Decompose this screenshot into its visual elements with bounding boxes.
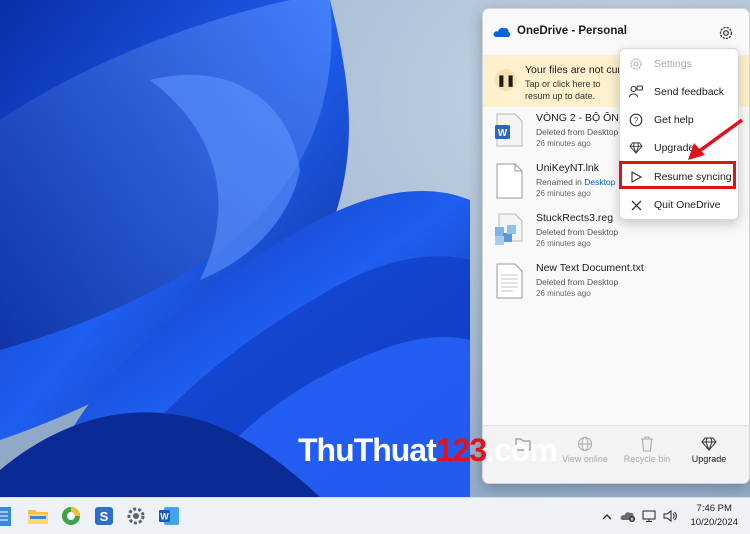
file-time: 26 minutes ago	[536, 139, 591, 148]
trash-icon	[617, 434, 677, 454]
chevron-up-icon[interactable]	[599, 508, 615, 524]
desktop-link[interactable]: Desktop	[584, 177, 615, 187]
svg-text:S: S	[100, 509, 109, 524]
menu-item-label: Quit OneDrive	[654, 199, 721, 211]
file-status: Deleted from Desktop	[536, 127, 619, 137]
file-status-text: Renamed in	[536, 177, 585, 187]
svg-text:?: ?	[634, 116, 639, 125]
help-icon: ?	[628, 112, 644, 128]
banner-description: Tap or click here to resum up to date.	[525, 79, 601, 101]
text-file-icon	[495, 263, 523, 299]
word-icon[interactable]: W	[157, 504, 181, 528]
watermark-text-a: ThuThuat	[298, 432, 437, 468]
taskbar-clock[interactable]: 7:46 PM 10/20/2024	[690, 502, 738, 530]
file-name: New Text Document.txt	[536, 262, 644, 274]
footer-label: Upgrade	[691, 454, 727, 464]
watermark-text-c: .com	[486, 432, 558, 468]
file-time: 26 minutes ago	[536, 289, 591, 298]
file-time: 26 minutes ago	[536, 239, 591, 248]
file-explorer-icon[interactable]	[26, 504, 50, 528]
notepad-icon[interactable]	[0, 504, 16, 528]
menu-item-label: Send feedback	[654, 86, 725, 98]
diamond-icon	[679, 434, 739, 454]
annotation-arrow	[688, 118, 744, 160]
file-status: Renamed in Desktop	[536, 177, 615, 187]
view-online-button[interactable]: View online	[555, 434, 615, 464]
svg-text:W: W	[160, 512, 169, 522]
footer-label: View online	[562, 454, 608, 464]
gear-icon	[628, 56, 644, 72]
network-icon[interactable]	[641, 508, 657, 524]
word-doc-icon: W	[495, 113, 523, 149]
onedrive-paused-icon[interactable]	[620, 508, 636, 524]
svg-text:W: W	[498, 128, 508, 139]
clock-time: 7:46 PM	[696, 503, 732, 514]
browser-icon[interactable]	[59, 504, 83, 528]
file-name: UniKeyNT.lnk	[536, 162, 600, 174]
diamond-icon	[628, 140, 644, 156]
menu-item-settings[interactable]: Settings	[624, 51, 734, 77]
registry-file-icon	[495, 213, 523, 249]
upgrade-button[interactable]: Upgrade	[679, 434, 739, 464]
close-icon	[628, 197, 644, 213]
sublime-icon[interactable]: S	[92, 504, 116, 528]
panel-title: OneDrive - Personal	[517, 25, 627, 37]
banner-title: Your files are not cur	[525, 64, 621, 76]
watermark-text-b: 123	[435, 432, 487, 468]
file-status: Deleted from Desktop	[536, 227, 619, 237]
menu-item-send-feedback[interactable]: Send feedback	[624, 79, 734, 105]
file-name: VÒNG 2 - BỘ ÔN	[536, 112, 619, 124]
file-time: 26 minutes ago	[536, 189, 591, 198]
feedback-icon	[628, 84, 644, 100]
file-status: Deleted from Desktop	[536, 277, 619, 287]
globe-icon	[555, 434, 615, 454]
blank-file-icon	[495, 163, 523, 199]
file-list-item[interactable]: New Text Document.txt Deleted from Deskt…	[483, 259, 749, 311]
pause-icon: ❚❚	[495, 69, 517, 91]
file-name: StuckRects3.reg	[536, 212, 614, 224]
settings-icon[interactable]	[124, 504, 148, 528]
settings-gear-icon[interactable]	[716, 23, 736, 43]
volume-icon[interactable]	[662, 508, 678, 524]
taskbar: S W 7:46 PM 10/20/2024	[0, 497, 750, 534]
footer-label: Recycle bin	[623, 454, 671, 464]
recycle-bin-button[interactable]: Recycle bin	[617, 434, 677, 464]
menu-item-quit-onedrive[interactable]: Quit OneDrive	[624, 192, 734, 218]
onedrive-cloud-icon	[493, 26, 511, 41]
clock-date: 10/20/2024	[690, 517, 738, 528]
watermark: ThuThuat123.com	[298, 432, 558, 469]
system-tray: 7:46 PM 10/20/2024	[594, 498, 750, 534]
menu-item-label: Settings	[654, 58, 692, 70]
